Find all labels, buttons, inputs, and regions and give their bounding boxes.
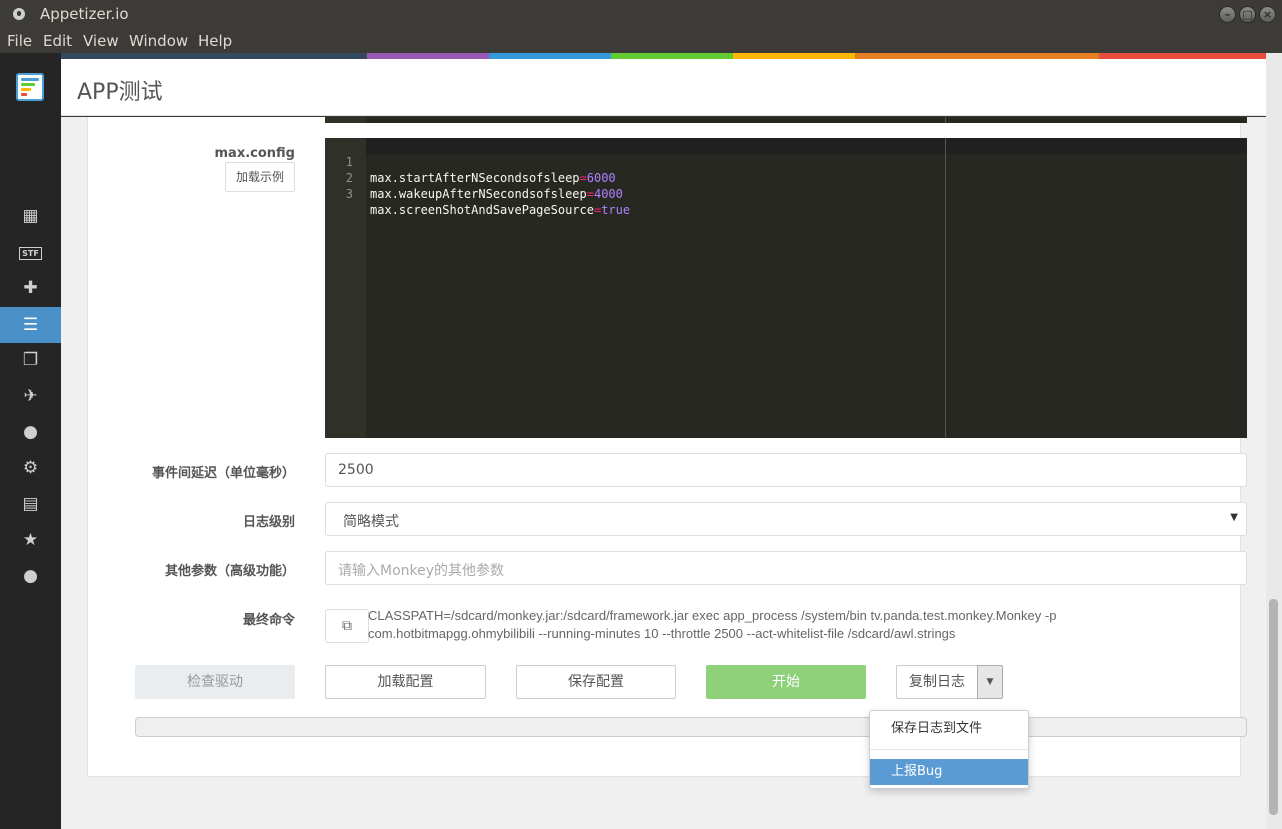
- grid-icon[interactable]: ▦: [0, 198, 61, 234]
- scrollbar-thumb[interactable]: [1269, 599, 1278, 815]
- log-level-value: 简略模式: [343, 514, 399, 530]
- copy-command-button[interactable]: ⧉: [325, 609, 369, 643]
- final-command-text: CLASSPATH=/sdcard/monkey.jar:/sdcard/fra…: [368, 607, 1128, 643]
- menu-view[interactable]: View: [83, 32, 119, 50]
- save-config-button[interactable]: 保存配置: [516, 665, 676, 699]
- menu-window[interactable]: Window: [129, 32, 188, 50]
- save-log-to-file-item[interactable]: 保存日志到文件: [870, 716, 1028, 742]
- config-value: 4000: [593, 187, 623, 201]
- copy-icon: ⧉: [342, 618, 352, 634]
- progress-bar: [135, 717, 1247, 737]
- gear-icon[interactable]: ⚙: [0, 450, 61, 486]
- page-scrollbar[interactable]: [1266, 53, 1282, 829]
- menu-edit[interactable]: Edit: [43, 32, 72, 50]
- load-example-button[interactable]: 加载示例: [225, 162, 295, 192]
- stf-icon-label: STF: [19, 246, 42, 260]
- sidebar: ▦ STF ✚ ☰ ❐ ✈ ● ⚙ ▤ ★ ●: [0, 53, 61, 829]
- appetizer-logo[interactable]: [16, 73, 44, 101]
- chat-icon[interactable]: ●: [0, 558, 61, 594]
- config-value: true: [601, 203, 631, 217]
- log-level-select[interactable]: 简略模式 ▼: [325, 502, 1247, 536]
- copy-log-dropdown-menu: 保存日志到文件 上报Bug: [869, 710, 1029, 789]
- config-key: max.screenShotAndSavePageSource: [370, 203, 594, 217]
- config-key: max.startAfterNSecondsofsleep: [370, 171, 580, 185]
- delay-input[interactable]: 2500: [325, 453, 1247, 487]
- code-line: 1 max.startAfterNSecondsofsleep=6000: [325, 138, 616, 185]
- window-title: Appetizer.io: [40, 5, 129, 23]
- rocket-icon[interactable]: ✈: [0, 378, 61, 414]
- previous-editor-bottom[interactable]: [325, 117, 1247, 123]
- final-command-label: 最终命令: [242, 613, 295, 628]
- stf-icon[interactable]: STF: [0, 235, 61, 271]
- line-number: 3: [345, 187, 353, 201]
- report-bug-item[interactable]: 上报Bug: [870, 759, 1028, 785]
- check-driver-button[interactable]: 检查驱动: [135, 665, 295, 699]
- delay-label: 事件间延迟（单位毫秒）: [151, 466, 295, 481]
- server-list-icon[interactable]: ☰: [0, 307, 61, 343]
- app-icon: [13, 8, 25, 20]
- book-icon[interactable]: ▤: [0, 486, 61, 522]
- menu-file[interactable]: File: [7, 32, 32, 50]
- minimize-button[interactable]: –: [1219, 6, 1236, 23]
- maxconfig-editor[interactable]: 1 max.startAfterNSecondsofsleep=6000 2 m…: [325, 138, 1247, 438]
- code-line: 2 max.wakeupAfterNSecondsofsleep=4000: [325, 154, 623, 201]
- main-content: max.config 加载示例 1 max.startAfterNSeconds…: [61, 117, 1266, 829]
- files-icon[interactable]: ❐: [0, 342, 61, 378]
- menubar: File Edit View Window Help: [0, 28, 1282, 53]
- puzzle-icon[interactable]: ✚: [0, 270, 61, 306]
- code-line: 3 max.screenShotAndSavePageSource=true: [325, 170, 630, 217]
- maximize-button[interactable]: □: [1239, 6, 1256, 23]
- extra-args-label: 其他参数（高级功能）: [164, 564, 295, 579]
- load-config-button[interactable]: 加载配置: [325, 665, 486, 699]
- user-icon[interactable]: ●: [0, 414, 61, 450]
- star-icon[interactable]: ★: [0, 522, 61, 558]
- config-value: 6000: [586, 171, 616, 185]
- copy-log-dropdown-toggle[interactable]: ▼: [977, 665, 1003, 699]
- copy-log-button[interactable]: 复制日志: [896, 665, 978, 699]
- caret-down-icon: ▼: [986, 677, 994, 687]
- menu-help[interactable]: Help: [198, 32, 232, 50]
- log-level-label: 日志级别: [242, 515, 295, 530]
- chevron-down-icon: ▼: [1230, 512, 1238, 523]
- config-panel: max.config 加载示例 1 max.startAfterNSeconds…: [87, 117, 1247, 777]
- page-title: APP测试: [77, 80, 163, 105]
- config-key: max.wakeupAfterNSecondsofsleep: [370, 187, 587, 201]
- command-line-1: CLASSPATH=/sdcard/monkey.jar:/sdcard/fra…: [368, 608, 1057, 623]
- start-button[interactable]: 开始: [706, 665, 866, 699]
- dropdown-divider: [870, 749, 1028, 750]
- extra-args-input[interactable]: 请输入Monkey的其他参数: [325, 551, 1247, 585]
- maxconfig-label: max.config: [214, 146, 295, 161]
- close-button[interactable]: ×: [1259, 6, 1276, 23]
- page-header: APP测试: [61, 59, 1266, 116]
- window-titlebar: Appetizer.io – □ ×: [0, 0, 1282, 28]
- command-line-2: com.hotbitmapgg.ohmybilibili --running-m…: [368, 626, 956, 641]
